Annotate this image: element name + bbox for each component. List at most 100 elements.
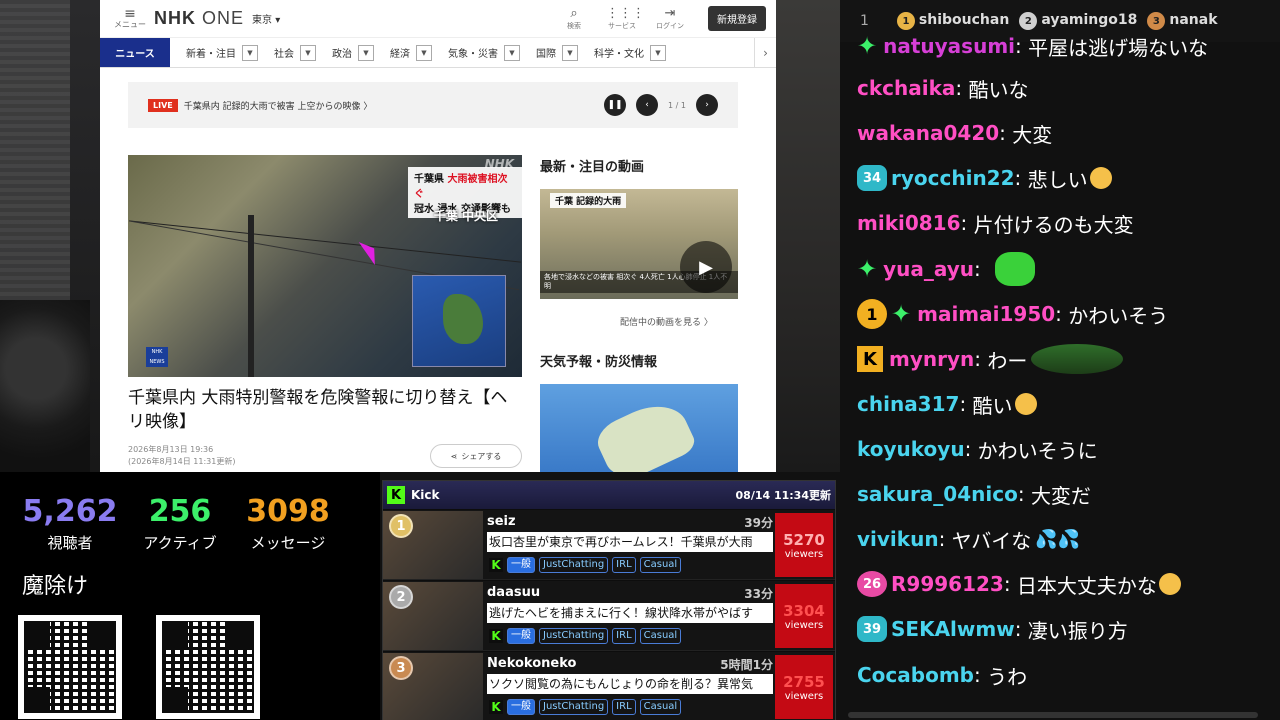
viewer-count-box: 5270 viewers [775, 513, 833, 577]
frog-emote-icon [1031, 344, 1124, 374]
chevron-down-icon[interactable]: ▼ [650, 44, 666, 61]
chat-username[interactable]: china317 [857, 392, 959, 416]
chat-scrollbar[interactable] [848, 712, 1258, 718]
ranking-row[interactable]: 2 daasuu 33分 逃げたヘビを捕まえに行く！線状降水帯がやばす K 一般… [383, 581, 835, 651]
live-text[interactable]: 千葉県内 記録的大雨で被害 上空からの映像 〉 [184, 99, 373, 112]
caption-prefecture: 千葉県 [414, 174, 444, 185]
search-button[interactable]: ⌕ 検索 [558, 6, 590, 31]
tab-label: 経済 [390, 49, 410, 60]
ranking-row[interactable]: 1 seiz 39分 坂口杏里が東京で再びホームレス！千葉県が大雨 K 一般 J… [383, 510, 835, 580]
chat-username[interactable]: sakura_04nico [857, 482, 1018, 506]
tab-science[interactable]: 科学・文化 ▼ [594, 44, 666, 61]
chat-username[interactable]: mynryn [889, 347, 974, 371]
chat-text: 大変 [1012, 122, 1053, 147]
region-select[interactable]: 東京 ▾ [252, 11, 280, 26]
ranking-row[interactable]: 3 Nekokoneko 5時間1分 ソクソ閲覧の為にもんじょりの命を削る？異常… [383, 652, 835, 720]
pause-icon[interactable]: ❚❚ [604, 94, 627, 116]
chevron-down-icon[interactable]: ▼ [242, 44, 258, 61]
chat-username[interactable]: wakana0420 [857, 121, 999, 145]
next-icon[interactable]: › [696, 94, 718, 116]
tab-international[interactable]: 国際 ▼ [536, 44, 578, 61]
stream-duration: 39分 [744, 516, 773, 530]
hero-video[interactable]: NHK 千葉県 大雨被害相次ぐ 冠水 浸水 交通影響も 千葉 中央区 NHK N… [128, 155, 522, 377]
signup-button[interactable]: 新規登録 [708, 6, 766, 31]
subscriber-badge-icon: 39 [857, 616, 887, 642]
nhk-logo[interactable]: NHK ONE [154, 8, 244, 29]
viewer-count-box: 3304 viewers [775, 584, 833, 648]
share-button[interactable]: ⋖ シェアする [430, 444, 522, 468]
kick-icon: K [489, 558, 503, 572]
subscriber-badge-icon: 26 [857, 571, 887, 597]
chat-username[interactable]: maimai1950 [917, 302, 1055, 326]
tag-general: 一般 [507, 557, 535, 573]
active-count: 256 [148, 494, 212, 529]
chat-text: 日本大丈夫かな [1016, 573, 1157, 598]
chevron-down-icon[interactable]: ▼ [562, 44, 578, 61]
tab-weather[interactable]: 気象・災害 ▼ [448, 44, 520, 61]
chat-message: vivikun: ヤバイな 💦💦 [857, 519, 1080, 559]
play-icon[interactable]: ▶ [680, 241, 732, 293]
tab-label: 気象・災害 [448, 49, 498, 60]
category-nav: ニュース 新着・注目 ▼ 社会 ▼ 政治 ▼ 経済 ▼ 気象・災害 ▼ 国際 ▼ 科学・文化… [100, 37, 776, 68]
viewer-count: 5270 [783, 530, 825, 549]
chat-username[interactable]: natuyasumi [883, 34, 1015, 58]
chat-username[interactable]: ryocchin22 [891, 166, 1015, 190]
chat-username[interactable]: miki0816 [857, 211, 961, 235]
tab-society[interactable]: 社会 ▼ [274, 44, 316, 61]
rank-badge: 3 [389, 656, 413, 680]
chevron-right-icon[interactable]: › [754, 37, 776, 68]
login-button[interactable]: ⇥ ログイン [654, 6, 686, 31]
kick-ranking-panel: K Kick 08/14 11:34更新 1 seiz 39分 坂口杏里が東京で… [382, 480, 836, 720]
tab-label: 科学・文化 [594, 49, 644, 60]
chat-text: 酷い [972, 393, 1013, 418]
more-videos-link[interactable]: 配信中の動画を見る 〉 [620, 315, 713, 328]
chevron-down-icon[interactable]: ▼ [300, 44, 316, 61]
chat-username[interactable]: yua_ayu [883, 257, 974, 281]
chat-username[interactable]: ckchaika [857, 76, 955, 100]
chevron-down-icon[interactable]: ▼ [416, 44, 432, 61]
latest-video-thumb[interactable]: 千葉 記録的大雨 各地で浸水などの被害 相次ぐ 4人死亡 1人心肺停止 1人不明… [540, 189, 738, 299]
stream-title: ソクソ閲覧の為にもんじょりの命を削る？異常気 [487, 674, 773, 694]
sad-face-emoji-icon [1089, 167, 1112, 189]
sparkle-icon: ✦ [891, 300, 912, 328]
live-pager: 1 / 1 [668, 100, 686, 110]
tag: JustChatting [539, 628, 609, 644]
chat-message: Cocabomb: うわ [857, 655, 1027, 695]
stream-title: 逃げたヘビを捕まえに行く！線状降水帯がやばす [487, 603, 773, 623]
power-line [129, 220, 521, 263]
chat-username[interactable]: koyukoyu [857, 437, 965, 461]
tab-news[interactable]: ニュース [100, 38, 170, 67]
prev-icon[interactable]: ‹ [636, 94, 659, 116]
chat-username[interactable]: SEKAlwmw [891, 617, 1015, 641]
viewer-count-box: 2755 viewers [775, 655, 833, 719]
subscriber-badge-icon: 34 [857, 165, 887, 191]
tab-politics[interactable]: 政治 ▼ [332, 44, 374, 61]
chevron-down-icon[interactable]: ▼ [358, 44, 374, 61]
services-button[interactable]: ⋮⋮⋮ サービス [606, 6, 645, 31]
hamburger-icon: ≡ [124, 6, 136, 22]
chat-text: かわいそう [1068, 303, 1169, 328]
weather-map[interactable] [540, 384, 738, 472]
latest-videos-title: 最新・注目の動画 [540, 160, 645, 175]
article-headline[interactable]: 千葉県内 大雨特別警報を危険警報に切り替え【ヘリ映像】 [128, 386, 522, 434]
menu-label: メニュー [114, 20, 146, 29]
thumb-caption: 千葉 記録的大雨 [550, 193, 627, 208]
chevron-down-icon[interactable]: ▼ [504, 44, 520, 61]
login-label: ログイン [656, 21, 684, 30]
stream-duration: 5時間1分 [720, 658, 773, 672]
viewer-count: 2755 [783, 672, 825, 691]
menu-button[interactable]: ≡ メニュー [110, 6, 150, 29]
viewers-label: viewers [784, 619, 824, 631]
chat-message: 26 R9996123: 日本大丈夫かな [857, 564, 1181, 604]
tag: JustChatting [539, 557, 609, 573]
chat-username[interactable]: vivikun [857, 527, 939, 551]
chat-username[interactable]: R9996123 [891, 572, 1004, 596]
location-caption: 千葉 中央区 [433, 209, 498, 223]
sparkle-icon: ✦ [857, 32, 878, 60]
tab-latest[interactable]: 新着・注目 ▼ [186, 44, 258, 61]
viewers-label: viewers [784, 548, 824, 560]
tab-economy[interactable]: 経済 ▼ [390, 44, 432, 61]
live-banner[interactable]: LIVE 千葉県内 記録的大雨で被害 上空からの映像 〉 ❚❚ ‹ 1 / 1 … [128, 82, 738, 128]
chat-username[interactable]: Cocabomb [857, 663, 974, 687]
chat-message: china317: 酷い [857, 384, 1037, 424]
